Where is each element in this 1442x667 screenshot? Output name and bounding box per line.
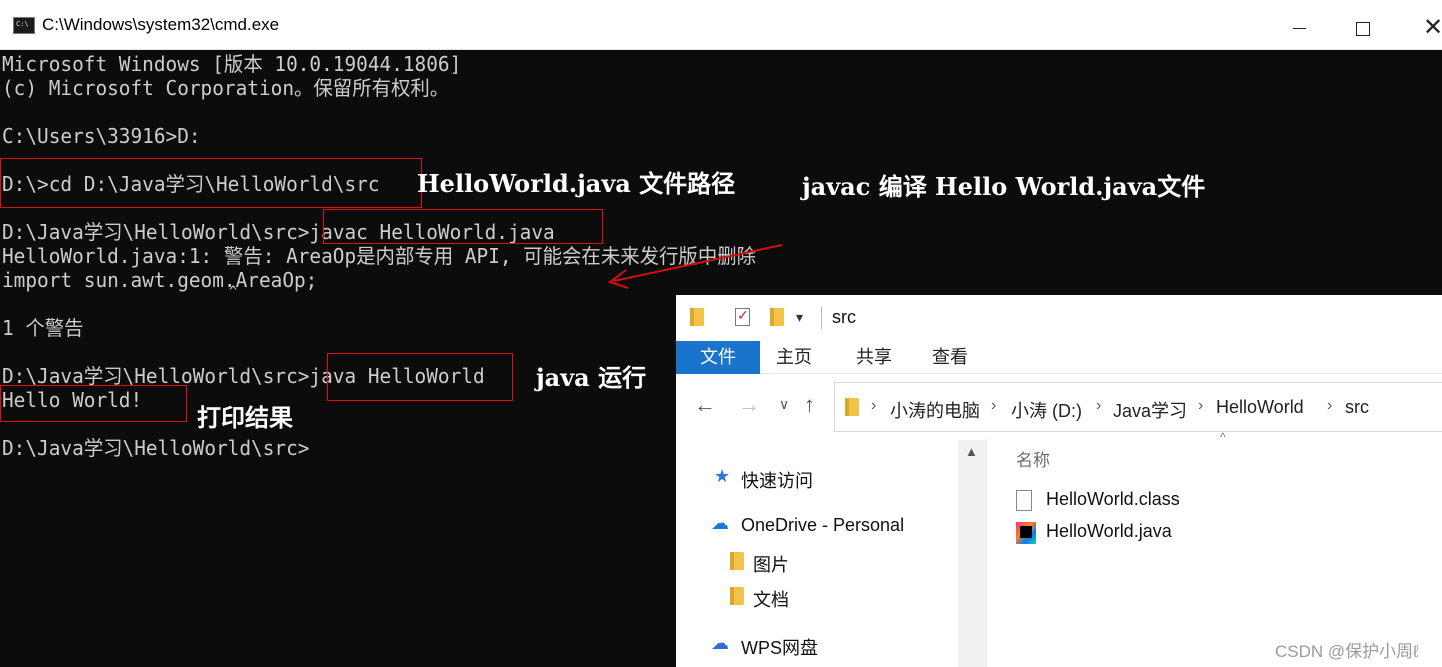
star-icon: ★ (714, 466, 731, 486)
file-name: HelloWorld.class (1046, 489, 1180, 509)
breadcrumb-separator[interactable]: › (1096, 397, 1101, 415)
window-title: src (832, 307, 856, 327)
annotation-box-java-run (327, 353, 513, 401)
breadcrumb-separator[interactable]: › (991, 397, 996, 415)
recent-locations-chevron-icon[interactable]: ∨ (779, 396, 789, 413)
cmd-window-title: C:\Windows\system32\cmd.exe (42, 15, 280, 34)
address-folder-icon (845, 398, 859, 416)
navigation-bar: ← → ∨ ↑ › 小涛的电脑 › 小涛 (D:) › Java学习 › Hel… (676, 374, 1442, 438)
file-explorer-window[interactable]: ▾ src 文件 主页 共享 查看 ← → ∨ ↑ › 小涛的电脑 › 小涛 (… (676, 295, 1442, 667)
file-list: ^ 名称 HelloWorld.class HelloWorld.java (987, 430, 1442, 667)
breadcrumb-this-pc[interactable]: 小涛的电脑 (890, 397, 980, 423)
annotation-box-javac (323, 209, 603, 244)
nav-item-quick-access[interactable]: 快速访问 (741, 467, 813, 493)
navigation-pane-scrollbar[interactable]: ▲ (958, 440, 986, 667)
nav-item-onedrive[interactable]: OneDrive - Personal (741, 515, 904, 536)
error-caret: ^ (229, 284, 238, 300)
breadcrumb-src-folder[interactable]: src (1345, 397, 1369, 418)
ribbon-tabs: 文件 主页 共享 查看 (676, 341, 1442, 374)
navigation-pane: ★ 快速访问 ☁ OneDrive - Personal 图片 文档 ☁ WPS… (676, 438, 986, 667)
nav-item-wps-drive[interactable]: WPS网盘 (741, 634, 818, 660)
cmd-app-icon[interactable] (13, 17, 35, 34)
sort-ascending-icon: ^ (1220, 430, 1226, 444)
new-folder-icon[interactable] (770, 308, 784, 326)
onedrive-cloud-icon: ☁ (711, 513, 729, 533)
console-line: 1 个警告 (2, 316, 84, 340)
close-icon: ✕ (1422, 13, 1442, 41)
customize-toolbar-dropdown[interactable]: ▾ (796, 309, 803, 326)
forward-arrow-icon[interactable]: → (738, 392, 760, 418)
folder-icon (690, 308, 704, 326)
console-line: (c) Microsoft Corporation。保留所有权利。 (2, 76, 450, 100)
annotation-run-label: java 运行 (536, 363, 647, 392)
breadcrumb-java-folder[interactable]: Java学习 (1113, 397, 1187, 423)
maximize-icon (1356, 21, 1370, 36)
breadcrumb-separator[interactable]: › (871, 397, 876, 415)
pictures-folder-icon (730, 552, 744, 570)
class-file-icon (1016, 490, 1032, 511)
maximize-button[interactable] (1340, 10, 1386, 44)
console-prompt-line: D:\Java学习\HelloWorld\src> (2, 436, 310, 460)
annotation-path-label: HelloWorld.java 文件路径 (417, 169, 736, 198)
console-line: import sun.awt.geom.AreaOp; (2, 268, 318, 292)
column-header-name[interactable]: 名称 (1016, 446, 1050, 471)
documents-folder-icon (730, 587, 744, 605)
quick-access-toolbar: ▾ src (676, 295, 1442, 341)
tab-file[interactable]: 文件 (676, 341, 760, 374)
annotation-arrow (607, 244, 783, 289)
annotation-box-cd (0, 158, 422, 208)
scroll-up-arrow-icon[interactable]: ▲ (965, 444, 978, 459)
tab-view[interactable]: 查看 (932, 341, 968, 374)
minimize-button[interactable] (1276, 10, 1322, 44)
up-arrow-icon[interactable]: ↑ (804, 392, 815, 418)
annotation-compile-label: javac 编译 Hello World.java文件 (802, 172, 1206, 201)
close-button[interactable]: ✕ (1410, 10, 1442, 44)
console-line: Microsoft Windows [版本 10.0.19044.1806] (2, 52, 462, 76)
annotation-box-output (0, 385, 187, 422)
toolbar-divider (821, 307, 822, 329)
csdn-watermark: CSDN @保护小周ℓ (1275, 642, 1419, 661)
breadcrumb-separator[interactable]: › (1327, 397, 1332, 415)
console-line: C:\Users\33916>D: (2, 124, 201, 148)
nav-item-documents[interactable]: 文档 (753, 586, 789, 612)
tab-home[interactable]: 主页 (776, 341, 812, 374)
breadcrumb-helloworld-folder[interactable]: HelloWorld (1216, 397, 1304, 418)
breadcrumb-separator[interactable]: › (1198, 397, 1203, 415)
file-name: HelloWorld.java (1046, 521, 1172, 541)
cmd-titlebar[interactable]: C:\Windows\system32\cmd.exe ✕ (0, 0, 1442, 50)
properties-icon[interactable] (735, 307, 750, 326)
wps-cloud-icon: ☁ (711, 633, 729, 653)
breadcrumb-drive-d[interactable]: 小涛 (D:) (1011, 397, 1082, 423)
minimize-icon (1292, 28, 1306, 29)
annotation-print-label: 打印结果 (197, 403, 293, 432)
intellij-java-file-icon (1016, 522, 1036, 544)
tab-share[interactable]: 共享 (856, 341, 892, 374)
nav-item-pictures[interactable]: 图片 (753, 551, 789, 577)
back-arrow-icon[interactable]: ← (694, 392, 716, 418)
address-bar[interactable]: › 小涛的电脑 › 小涛 (D:) › Java学习 › HelloWorld … (834, 382, 1442, 432)
